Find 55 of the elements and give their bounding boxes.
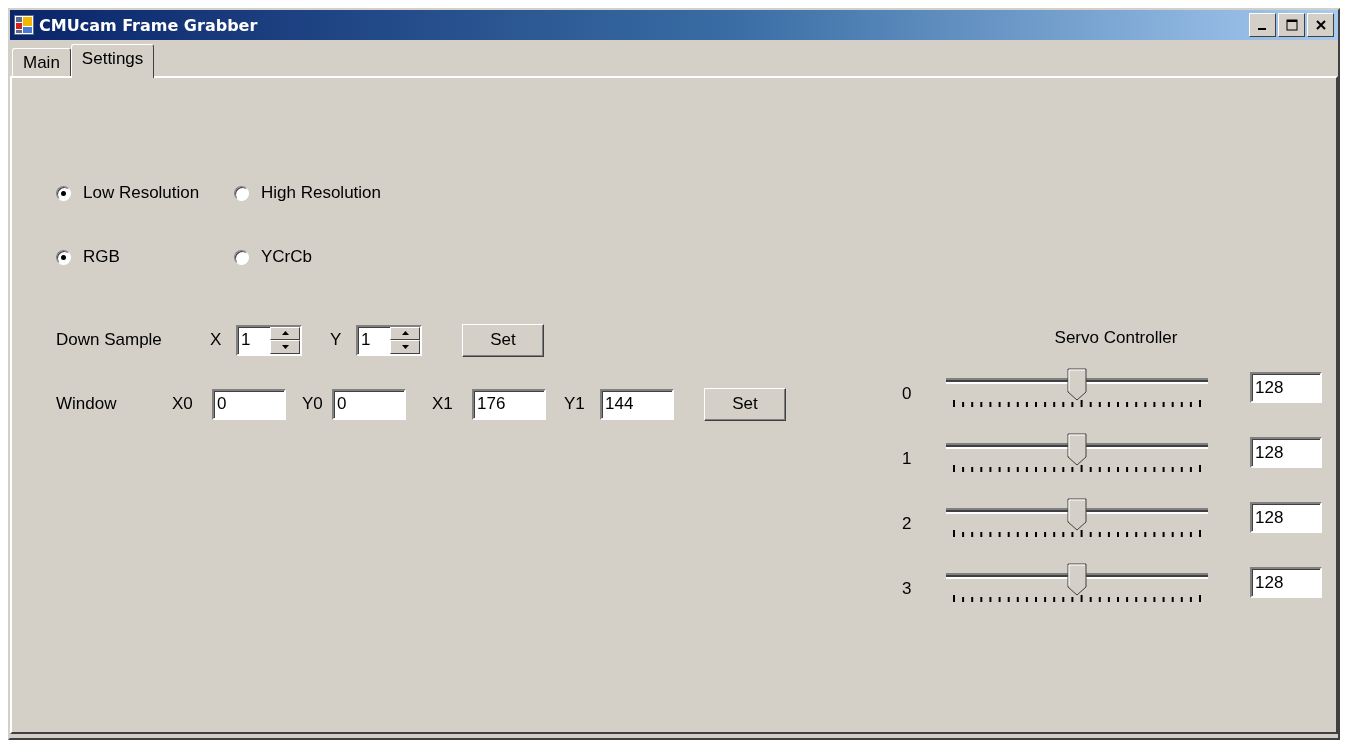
tab[interactable]: Settings [70,44,155,78]
field-label: Y [330,330,343,350]
spin-down-icon[interactable] [390,340,420,354]
slider-thumb[interactable] [1067,498,1087,531]
spin-up-icon[interactable] [390,326,420,340]
field-label: Down Sample [56,330,163,350]
servo-label: 0 [901,383,913,404]
radio-label[interactable]: YCrCb [261,247,312,267]
field-label: X1 [432,394,454,414]
text-field[interactable]: 128 [1252,569,1320,596]
field-label: Window [56,394,118,414]
set-button[interactable]: Set [704,387,786,421]
field-label: X0 [172,394,194,414]
text-field[interactable]: 0 [214,390,284,418]
text-field[interactable]: 128 [1252,374,1320,401]
servo-label: 1 [901,448,913,469]
set-button[interactable]: Set [462,323,544,357]
spin-down-icon[interactable] [270,340,300,354]
slider-track[interactable] [946,498,1208,528]
minimize-button[interactable] [1249,13,1276,37]
slider-thumb[interactable] [1067,563,1087,596]
tab[interactable]: Main [12,48,71,76]
radio-label[interactable]: RGB [83,247,120,267]
slider-track[interactable] [946,433,1208,463]
slider-track[interactable] [946,563,1208,593]
servo-label: 3 [901,578,913,599]
maximize-icon[interactable] [1285,19,1298,31]
radio-button[interactable] [234,249,249,265]
close-button[interactable] [1307,13,1334,37]
section-title: Servo Controller [1053,328,1179,348]
spin-box[interactable]: 1 [356,324,422,356]
text-field[interactable]: 144 [602,390,672,418]
maximize-button[interactable] [1278,13,1305,37]
servo-label: 2 [901,513,913,534]
text-field[interactable]: 0 [334,390,404,418]
spin-box-input[interactable]: 1 [238,326,270,354]
spin-box-input[interactable]: 1 [358,326,390,354]
field-label: X [210,330,223,350]
close-icon[interactable] [1314,19,1327,31]
radio-button-selected[interactable] [56,249,71,265]
spin-box[interactable]: 1 [236,324,302,356]
radio-label[interactable]: Low Resolution [83,183,200,203]
slider-thumb[interactable] [1067,368,1087,401]
text-field[interactable]: 128 [1252,504,1320,531]
app-icon [14,15,34,35]
window-title: CMUcam Frame Grabber [39,15,259,35]
text-field[interactable]: 128 [1252,439,1320,466]
field-label: Y0 [302,394,324,414]
slider-thumb[interactable] [1067,433,1087,466]
text-field[interactable]: 176 [474,390,544,418]
slider-track[interactable] [946,368,1208,398]
spin-up-icon[interactable] [270,326,300,340]
radio-button-selected[interactable] [56,185,71,201]
radio-label[interactable]: High Resolution [261,183,381,203]
field-label: Y1 [564,394,586,414]
